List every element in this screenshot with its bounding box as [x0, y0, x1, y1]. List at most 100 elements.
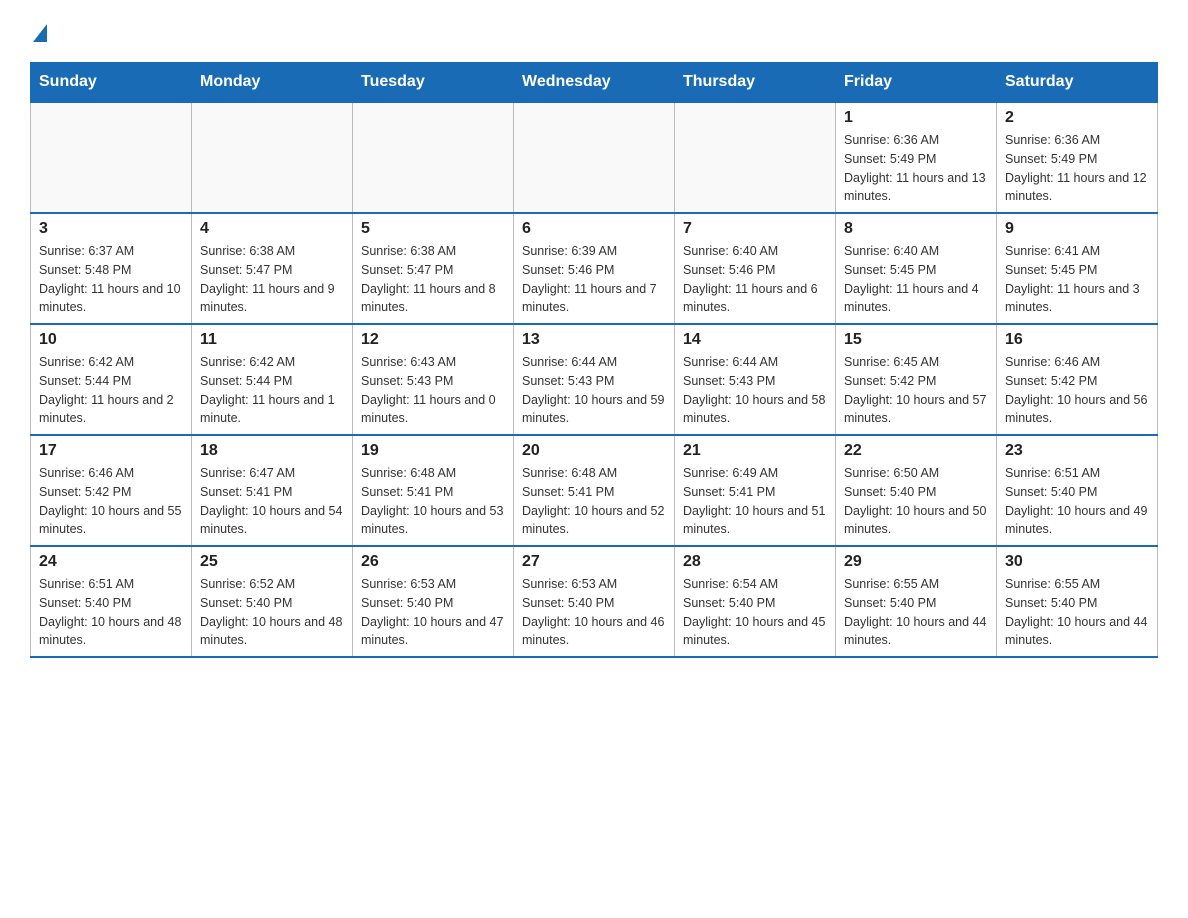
- calendar-cell: 23 Sunrise: 6:51 AMSunset: 5:40 PMDayligh…: [997, 435, 1158, 546]
- day-info: Sunrise: 6:41 AMSunset: 5:45 PMDaylight:…: [1005, 242, 1149, 317]
- day-number: 1: [844, 109, 988, 127]
- day-header-monday: Monday: [192, 63, 353, 103]
- day-info: Sunrise: 6:44 AMSunset: 5:43 PMDaylight:…: [522, 353, 666, 428]
- day-number: 12: [361, 331, 505, 349]
- calendar-cell: 7Sunrise: 6:40 AMSunset: 5:46 PMDaylight…: [675, 213, 836, 324]
- day-number: 17: [39, 442, 183, 460]
- calendar-cell: 18 Sunrise: 6:47 AMSunset: 5:41 PMDayligh…: [192, 435, 353, 546]
- calendar-cell: 24 Sunrise: 6:51 AMSunset: 5:40 PMDayligh…: [31, 546, 192, 657]
- day-info: Sunrise: 6:42 AMSunset: 5:44 PMDaylight:…: [39, 353, 183, 428]
- day-info: Sunrise: 6:43 AMSunset: 5:43 PMDaylight:…: [361, 353, 505, 428]
- day-number: 5: [361, 220, 505, 238]
- day-header-friday: Friday: [836, 63, 997, 103]
- calendar-week-row: 10Sunrise: 6:42 AMSunset: 5:44 PMDayligh…: [31, 324, 1158, 435]
- day-header-tuesday: Tuesday: [353, 63, 514, 103]
- day-number: 3: [39, 220, 183, 238]
- day-info: Sunrise: 6:53 AMSunset: 5:40 PMDaylight:…: [361, 575, 505, 650]
- calendar-cell: 22 Sunrise: 6:50 AMSunset: 5:40 PMDayligh…: [836, 435, 997, 546]
- day-number: 21: [683, 442, 827, 460]
- day-number: 29: [844, 553, 988, 571]
- calendar-cell: [192, 102, 353, 213]
- day-info: Sunrise: 6:38 AMSunset: 5:47 PMDaylight:…: [200, 242, 344, 317]
- calendar-cell: 2 Sunrise: 6:36 AMSunset: 5:49 PMDaylight…: [997, 102, 1158, 213]
- calendar-cell: 20 Sunrise: 6:48 AMSunset: 5:41 PMDayligh…: [514, 435, 675, 546]
- day-number: 20: [522, 442, 666, 460]
- calendar-week-row: 17 Sunrise: 6:46 AMSunset: 5:42 PMDayligh…: [31, 435, 1158, 546]
- day-number: 25: [200, 553, 344, 571]
- day-number: 16: [1005, 331, 1149, 349]
- calendar-cell: 1Sunrise: 6:36 AMSunset: 5:49 PMDaylight…: [836, 102, 997, 213]
- calendar-cell: 17 Sunrise: 6:46 AMSunset: 5:42 PMDayligh…: [31, 435, 192, 546]
- calendar-cell: 27Sunrise: 6:53 AMSunset: 5:40 PMDayligh…: [514, 546, 675, 657]
- calendar-header-row: SundayMondayTuesdayWednesdayThursdayFrid…: [31, 63, 1158, 103]
- calendar-cell: 11Sunrise: 6:42 AMSunset: 5:44 PMDayligh…: [192, 324, 353, 435]
- calendar-cell: 3 Sunrise: 6:37 AMSunset: 5:48 PMDaylight…: [31, 213, 192, 324]
- logo-triangle-icon: [33, 24, 47, 42]
- calendar-cell: 13 Sunrise: 6:44 AMSunset: 5:43 PMDayligh…: [514, 324, 675, 435]
- day-info: Sunrise: 6:39 AMSunset: 5:46 PMDaylight:…: [522, 242, 666, 317]
- day-number: 15: [844, 331, 988, 349]
- calendar-cell: 9 Sunrise: 6:41 AMSunset: 5:45 PMDaylight…: [997, 213, 1158, 324]
- calendar-cell: 19Sunrise: 6:48 AMSunset: 5:41 PMDayligh…: [353, 435, 514, 546]
- day-info: Sunrise: 6:49 AMSunset: 5:41 PMDaylight:…: [683, 464, 827, 539]
- calendar-cell: 6 Sunrise: 6:39 AMSunset: 5:46 PMDaylight…: [514, 213, 675, 324]
- day-header-thursday: Thursday: [675, 63, 836, 103]
- day-number: 13: [522, 331, 666, 349]
- calendar-week-row: 3 Sunrise: 6:37 AMSunset: 5:48 PMDaylight…: [31, 213, 1158, 324]
- day-number: 28: [683, 553, 827, 571]
- day-number: 2: [1005, 109, 1149, 127]
- calendar-cell: [514, 102, 675, 213]
- calendar-cell: 4Sunrise: 6:38 AMSunset: 5:47 PMDaylight…: [192, 213, 353, 324]
- day-info: Sunrise: 6:44 AMSunset: 5:43 PMDaylight:…: [683, 353, 827, 428]
- calendar-cell: 8 Sunrise: 6:40 AMSunset: 5:45 PMDaylight…: [836, 213, 997, 324]
- day-info: Sunrise: 6:53 AMSunset: 5:40 PMDaylight:…: [522, 575, 666, 650]
- day-info: Sunrise: 6:45 AMSunset: 5:42 PMDaylight:…: [844, 353, 988, 428]
- day-header-wednesday: Wednesday: [514, 63, 675, 103]
- day-number: 30: [1005, 553, 1149, 571]
- page-header: [30, 20, 1158, 42]
- day-info: Sunrise: 6:46 AMSunset: 5:42 PMDaylight:…: [1005, 353, 1149, 428]
- day-info: Sunrise: 6:46 AMSunset: 5:42 PMDaylight:…: [39, 464, 183, 539]
- day-info: Sunrise: 6:38 AMSunset: 5:47 PMDaylight:…: [361, 242, 505, 317]
- calendar-cell: 5 Sunrise: 6:38 AMSunset: 5:47 PMDaylight…: [353, 213, 514, 324]
- day-info: Sunrise: 6:50 AMSunset: 5:40 PMDaylight:…: [844, 464, 988, 539]
- day-number: 23: [1005, 442, 1149, 460]
- day-number: 22: [844, 442, 988, 460]
- day-number: 18: [200, 442, 344, 460]
- day-info: Sunrise: 6:55 AMSunset: 5:40 PMDaylight:…: [844, 575, 988, 650]
- day-number: 9: [1005, 220, 1149, 238]
- calendar-cell: 28 Sunrise: 6:54 AMSunset: 5:40 PMDayligh…: [675, 546, 836, 657]
- day-info: Sunrise: 6:36 AMSunset: 5:49 PMDaylight:…: [1005, 131, 1149, 206]
- day-header-sunday: Sunday: [31, 63, 192, 103]
- calendar-week-row: 24 Sunrise: 6:51 AMSunset: 5:40 PMDayligh…: [31, 546, 1158, 657]
- day-number: 14: [683, 331, 827, 349]
- day-info: Sunrise: 6:48 AMSunset: 5:41 PMDaylight:…: [522, 464, 666, 539]
- day-info: Sunrise: 6:51 AMSunset: 5:40 PMDaylight:…: [39, 575, 183, 650]
- calendar-cell: 12 Sunrise: 6:43 AMSunset: 5:43 PMDayligh…: [353, 324, 514, 435]
- calendar-cell: 21 Sunrise: 6:49 AMSunset: 5:41 PMDayligh…: [675, 435, 836, 546]
- day-number: 19: [361, 442, 505, 460]
- day-number: 24: [39, 553, 183, 571]
- calendar-cell: 26 Sunrise: 6:53 AMSunset: 5:40 PMDayligh…: [353, 546, 514, 657]
- day-info: Sunrise: 6:37 AMSunset: 5:48 PMDaylight:…: [39, 242, 183, 317]
- calendar-cell: 29 Sunrise: 6:55 AMSunset: 5:40 PMDayligh…: [836, 546, 997, 657]
- day-info: Sunrise: 6:40 AMSunset: 5:45 PMDaylight:…: [844, 242, 988, 317]
- calendar-week-row: 1 Sunrise: 6:36 AMSunset: 5:49 PMDaylight…: [31, 102, 1158, 213]
- day-info: Sunrise: 6:51 AMSunset: 5:40 PMDaylight:…: [1005, 464, 1149, 539]
- day-number: 8: [844, 220, 988, 238]
- day-number: 6: [522, 220, 666, 238]
- calendar-cell: [675, 102, 836, 213]
- calendar-cell: 10Sunrise: 6:42 AMSunset: 5:44 PMDayligh…: [31, 324, 192, 435]
- calendar-cell: 16 Sunrise: 6:46 AMSunset: 5:42 PMDayligh…: [997, 324, 1158, 435]
- calendar-cell: 30 Sunrise: 6:55 AMSunset: 5:40 PMDayligh…: [997, 546, 1158, 657]
- calendar-cell: 14 Sunrise: 6:44 AMSunset: 5:43 PMDayligh…: [675, 324, 836, 435]
- day-number: 26: [361, 553, 505, 571]
- calendar-cell: [31, 102, 192, 213]
- day-info: Sunrise: 6:55 AMSunset: 5:40 PMDaylight:…: [1005, 575, 1149, 650]
- day-info: Sunrise: 6:54 AMSunset: 5:40 PMDaylight:…: [683, 575, 827, 650]
- day-header-saturday: Saturday: [997, 63, 1158, 103]
- day-info: Sunrise: 6:47 AMSunset: 5:41 PMDaylight:…: [200, 464, 344, 539]
- calendar-cell: 15 Sunrise: 6:45 AMSunset: 5:42 PMDayligh…: [836, 324, 997, 435]
- calendar-cell: 25Sunrise: 6:52 AMSunset: 5:40 PMDayligh…: [192, 546, 353, 657]
- logo: [30, 20, 47, 42]
